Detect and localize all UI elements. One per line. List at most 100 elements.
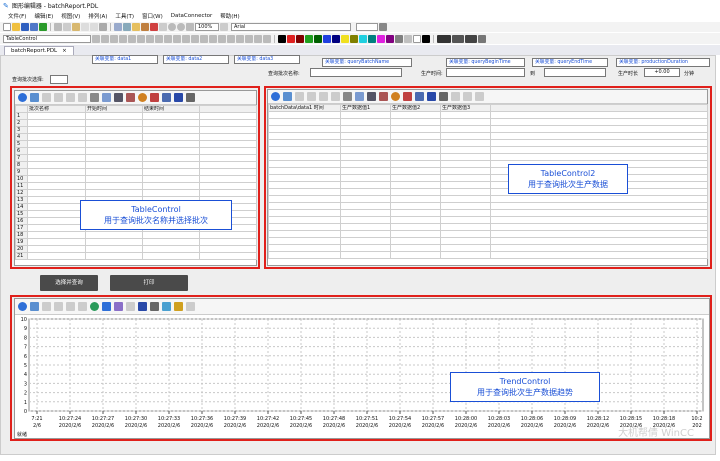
table-cell[interactable] [142, 140, 200, 148]
palette-color-white[interactable] [413, 34, 421, 43]
table-cell[interactable] [85, 133, 143, 141]
sort-icon[interactable] [162, 93, 171, 102]
table-cell[interactable] [390, 202, 441, 210]
table-row[interactable] [268, 202, 708, 210]
run-icon[interactable] [39, 23, 47, 31]
tablecontrol[interactable]: 批次名称 开始时间 结束时间 1 2 3 4 5 6 7 8 9 10 11 12 13 14 15 16 17… [14, 90, 257, 266]
table-row[interactable] [268, 223, 708, 231]
print-icon[interactable] [439, 92, 448, 101]
table-cell[interactable] [340, 125, 391, 133]
table-row[interactable] [268, 132, 708, 140]
table-row[interactable]: 3 [15, 126, 257, 134]
column-header[interactable]: 结束时间 [142, 105, 200, 113]
rotate-icon[interactable] [173, 34, 181, 43]
table-cell[interactable] [268, 195, 341, 203]
table-row[interactable] [268, 237, 708, 245]
table-cell[interactable] [27, 133, 86, 141]
table-cell[interactable] [340, 139, 391, 147]
table-cell[interactable] [27, 182, 86, 190]
table-cell[interactable] [390, 139, 441, 147]
select-data-icon[interactable] [379, 92, 388, 101]
table-row[interactable] [268, 139, 708, 147]
table-cell[interactable] [340, 223, 391, 231]
table-row[interactable]: 11 [15, 182, 257, 190]
palette-color-cyan[interactable] [359, 34, 367, 43]
sort-icon[interactable] [415, 92, 424, 101]
open-folder-icon[interactable] [12, 23, 20, 31]
table-cell[interactable] [440, 125, 491, 133]
column-header[interactable]: 生产数据值1 [340, 104, 391, 112]
export-icon[interactable] [150, 93, 159, 102]
table-row[interactable] [268, 174, 708, 182]
table-cell[interactable] [85, 126, 143, 134]
table-cell[interactable] [440, 251, 491, 259]
table-cell[interactable] [390, 230, 441, 238]
table-row[interactable] [268, 111, 708, 119]
table-cell[interactable] [268, 216, 341, 224]
table-cell[interactable] [268, 237, 341, 245]
table-cell[interactable] [340, 251, 391, 259]
table-cell[interactable] [440, 237, 491, 245]
same-width-icon[interactable] [146, 34, 154, 43]
align-middle-icon[interactable] [128, 34, 136, 43]
table-cell[interactable] [199, 182, 257, 190]
table-cell[interactable] [85, 112, 143, 120]
same-size-icon[interactable] [164, 34, 172, 43]
table-cell[interactable] [142, 112, 200, 120]
begin-time-field[interactable] [446, 68, 525, 77]
table-cell[interactable] [490, 209, 708, 217]
table-cell[interactable] [340, 216, 391, 224]
table-cell[interactable] [268, 139, 341, 147]
table-cell[interactable] [490, 251, 708, 259]
table-cell[interactable] [199, 119, 257, 127]
font-size-select[interactable] [356, 23, 378, 31]
print-icon[interactable] [150, 302, 159, 311]
table-row[interactable] [268, 209, 708, 217]
table-cell[interactable] [27, 210, 86, 218]
table-row[interactable] [268, 125, 708, 133]
distribute-h-icon[interactable] [191, 34, 199, 43]
table-cell[interactable] [85, 238, 143, 246]
table-cell[interactable] [142, 252, 200, 260]
copy-rows-icon[interactable] [102, 93, 111, 102]
previous-record-icon[interactable] [307, 92, 316, 101]
table-cell[interactable] [142, 119, 200, 127]
table-cell[interactable] [142, 126, 200, 134]
table-cell[interactable] [440, 209, 491, 217]
line-icon[interactable] [263, 34, 271, 43]
table-cell[interactable] [27, 161, 86, 169]
table-cell[interactable] [268, 188, 341, 196]
statistics-icon[interactable] [475, 92, 484, 101]
table-cell[interactable] [27, 119, 86, 127]
batch-select-field[interactable] [50, 75, 68, 84]
table-cell[interactable] [490, 132, 708, 140]
table-cell[interactable] [27, 252, 86, 260]
first-record-icon[interactable] [42, 93, 51, 102]
tag-productionduration-label[interactable]: 关联变量: productionDuration [616, 58, 710, 67]
table-cell[interactable] [142, 147, 200, 155]
table-cell[interactable] [390, 237, 441, 245]
table-cell[interactable] [390, 146, 441, 154]
table-cell[interactable] [268, 209, 341, 217]
table-cell[interactable] [27, 217, 86, 225]
table-cell[interactable] [268, 125, 341, 133]
table-cell[interactable] [490, 125, 708, 133]
table-cell[interactable] [27, 245, 86, 253]
table-cell[interactable] [440, 167, 491, 175]
table-cell[interactable] [85, 161, 143, 169]
table-cell[interactable] [390, 153, 441, 161]
column-header[interactable] [199, 105, 257, 113]
table-row[interactable]: 2 [15, 119, 257, 127]
table-row[interactable]: 1 [15, 112, 257, 120]
stop-icon[interactable] [427, 92, 436, 101]
previous-record-icon[interactable] [54, 93, 63, 102]
undo-icon[interactable] [81, 23, 89, 31]
statistics-range-icon[interactable] [174, 302, 183, 311]
table-cell[interactable] [390, 209, 441, 217]
table-cell[interactable] [199, 238, 257, 246]
zoom-out-icon[interactable] [177, 23, 185, 31]
ruler-icon[interactable] [162, 302, 171, 311]
table-cell[interactable] [440, 188, 491, 196]
first-record-icon[interactable] [295, 92, 304, 101]
table-cell[interactable] [490, 202, 708, 210]
